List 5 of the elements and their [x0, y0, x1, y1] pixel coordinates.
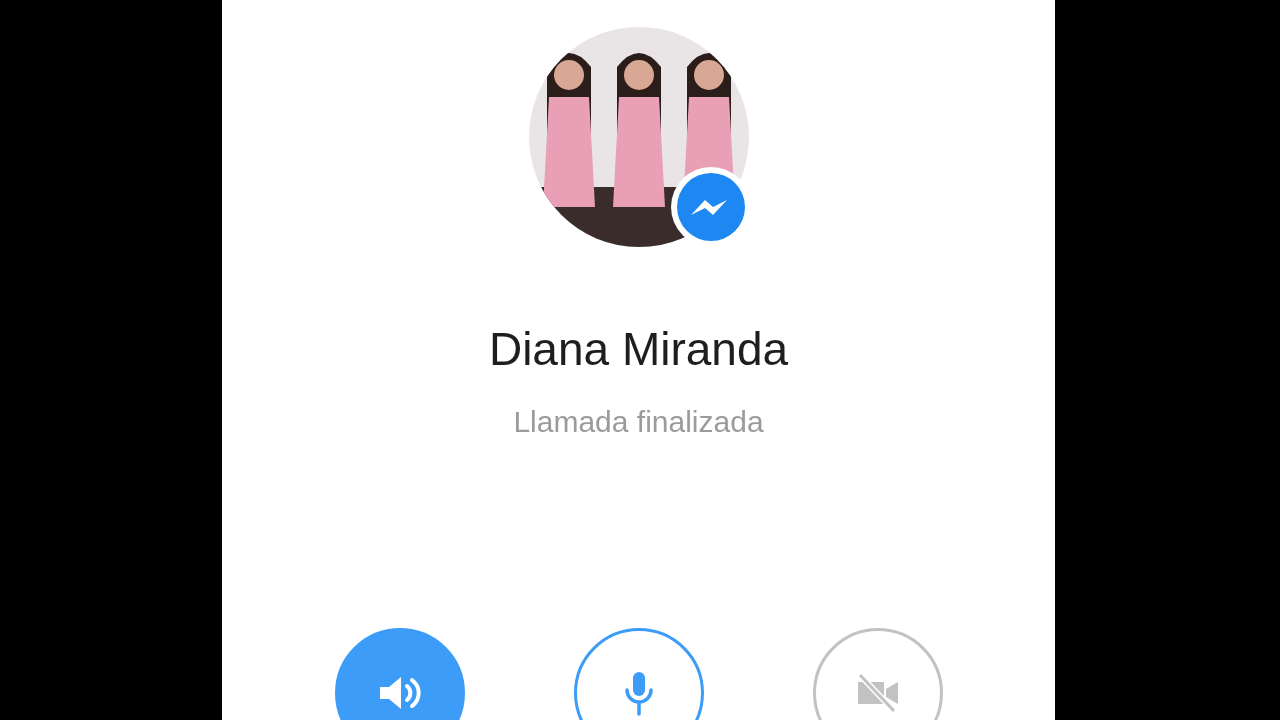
microphone-button[interactable] — [573, 628, 704, 720]
microphone-icon — [623, 670, 654, 716]
contact-name: Diana Miranda — [488, 322, 789, 377]
speaker-icon — [377, 675, 422, 711]
call-status: Llamada finalizada — [513, 404, 764, 440]
